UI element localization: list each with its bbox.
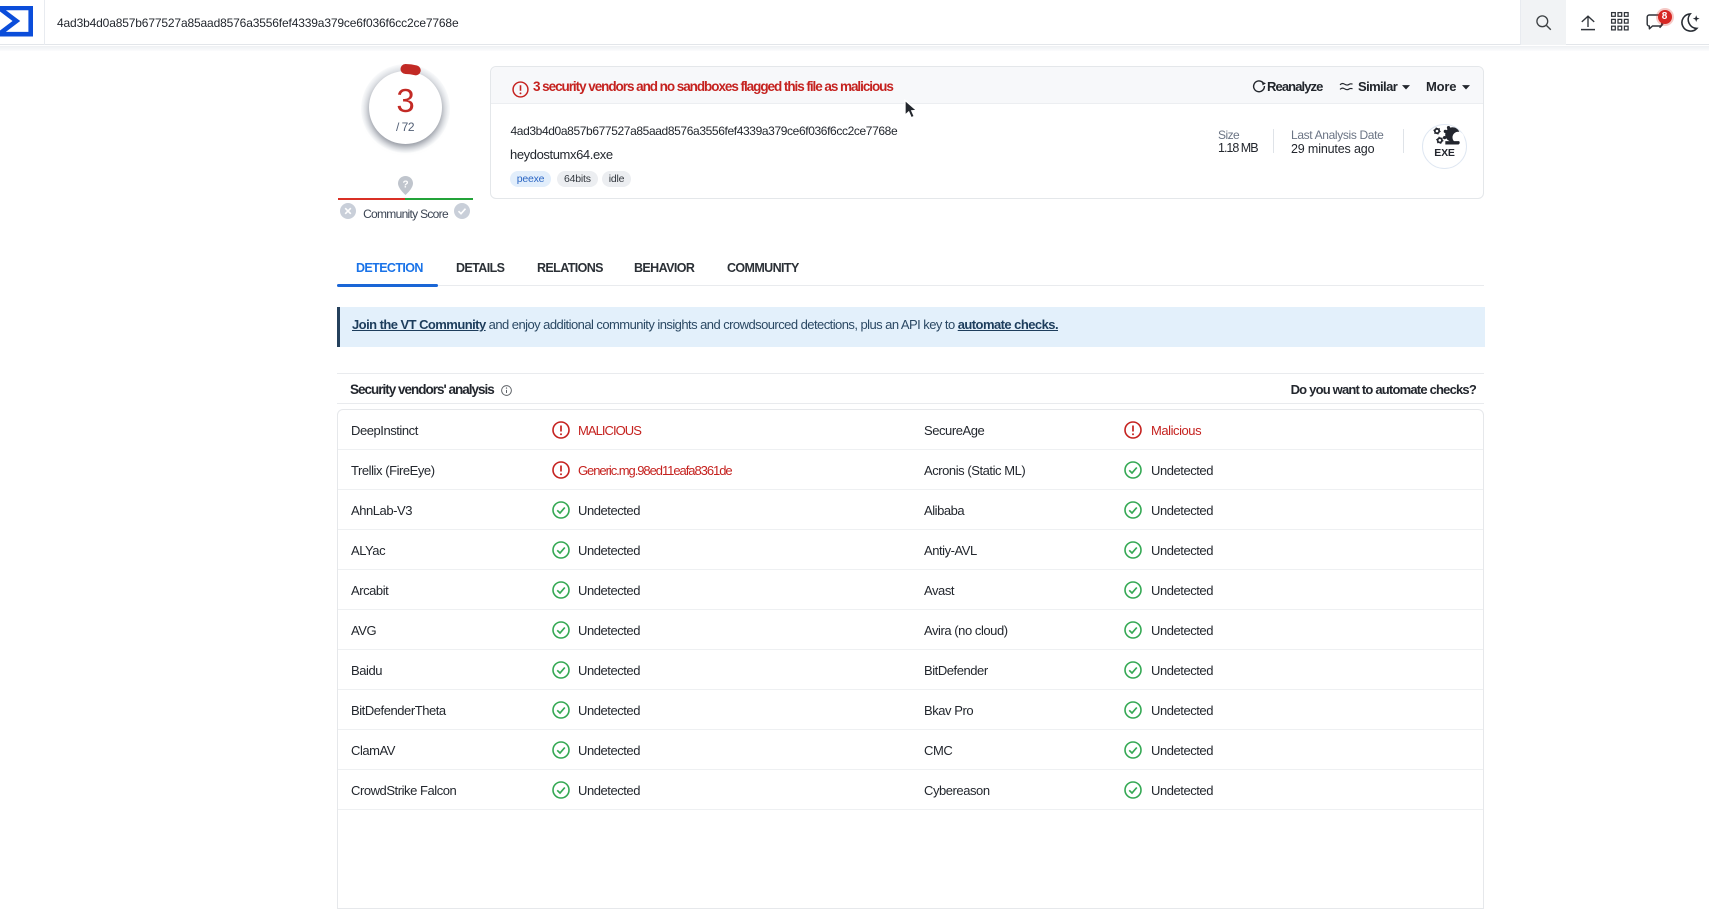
svg-text:?: ? bbox=[402, 180, 408, 191]
